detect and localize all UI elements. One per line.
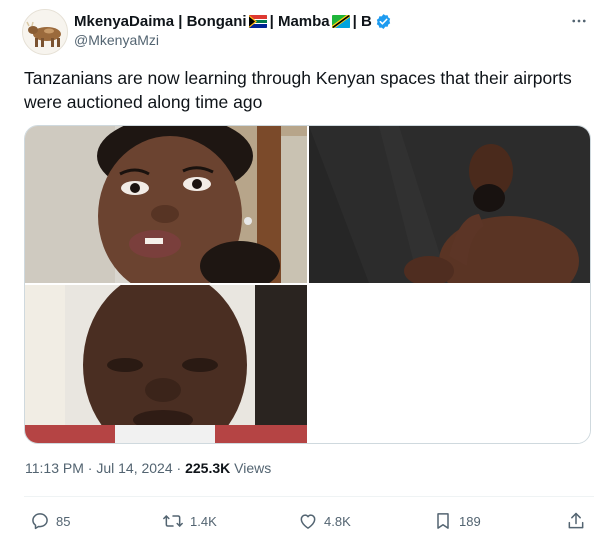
- bookmark-icon: [437, 513, 449, 529]
- avatar[interactable]: [22, 9, 68, 55]
- author-handle[interactable]: @MkenyaMzi: [74, 32, 159, 48]
- more-horizontal-icon: [572, 19, 586, 23]
- reply-count: 85: [56, 513, 71, 529]
- divider: [24, 496, 594, 497]
- tanzania-flag-icon: [331, 14, 350, 28]
- like-count: 4.8K: [324, 513, 351, 529]
- views-count: 225.3K: [185, 460, 231, 476]
- share-icon: [568, 512, 584, 529]
- tweet-text: Tanzanians are now learning through Keny…: [24, 68, 572, 112]
- bookmark-count: 189: [459, 513, 481, 529]
- views-label: Views: [230, 460, 272, 476]
- author-name[interactable]: MkenyaDaima | Bongani | Mamba | B: [74, 10, 392, 32]
- media-grid: [24, 125, 591, 444]
- reply-icon: [32, 513, 48, 530]
- shirtless-man-image[interactable]: [309, 126, 590, 283]
- heart-icon: [300, 514, 316, 529]
- more-options-button[interactable]: [568, 10, 590, 32]
- tweet-card: MkenyaDaima | Bongani | Mamba | B @Mkeny…: [0, 0, 616, 551]
- crying-man-image[interactable]: [25, 285, 307, 443]
- author-name-part1: MkenyaDaima | Bongani: [74, 12, 247, 30]
- cow-avatar-icon: [23, 10, 67, 54]
- like-button[interactable]: 4.8K: [298, 510, 351, 532]
- tweet-date[interactable]: Jul 14, 2024: [96, 460, 172, 476]
- repost-icon: [163, 515, 183, 527]
- media-empty-slot: [309, 285, 590, 443]
- repost-button[interactable]: 1.4K: [162, 510, 217, 532]
- meta-separator: ·: [83, 460, 97, 476]
- reply-button[interactable]: 85: [30, 510, 70, 532]
- author-name-part2: | Mamba: [269, 12, 330, 30]
- verified-badge-icon: [375, 13, 392, 30]
- author-name-part3: | B: [352, 12, 372, 30]
- repost-count: 1.4K: [190, 513, 217, 529]
- bookmark-button[interactable]: 189: [433, 510, 481, 532]
- tweet-meta: 11:13 PM · Jul 14, 2024 · 225.3K Views: [25, 460, 271, 476]
- south-africa-flag-icon: [248, 14, 267, 28]
- woman-selfie-image[interactable]: [25, 126, 307, 283]
- meta-separator: ·: [172, 460, 186, 476]
- share-button[interactable]: [566, 510, 592, 532]
- tweet-time[interactable]: 11:13 PM: [25, 460, 84, 476]
